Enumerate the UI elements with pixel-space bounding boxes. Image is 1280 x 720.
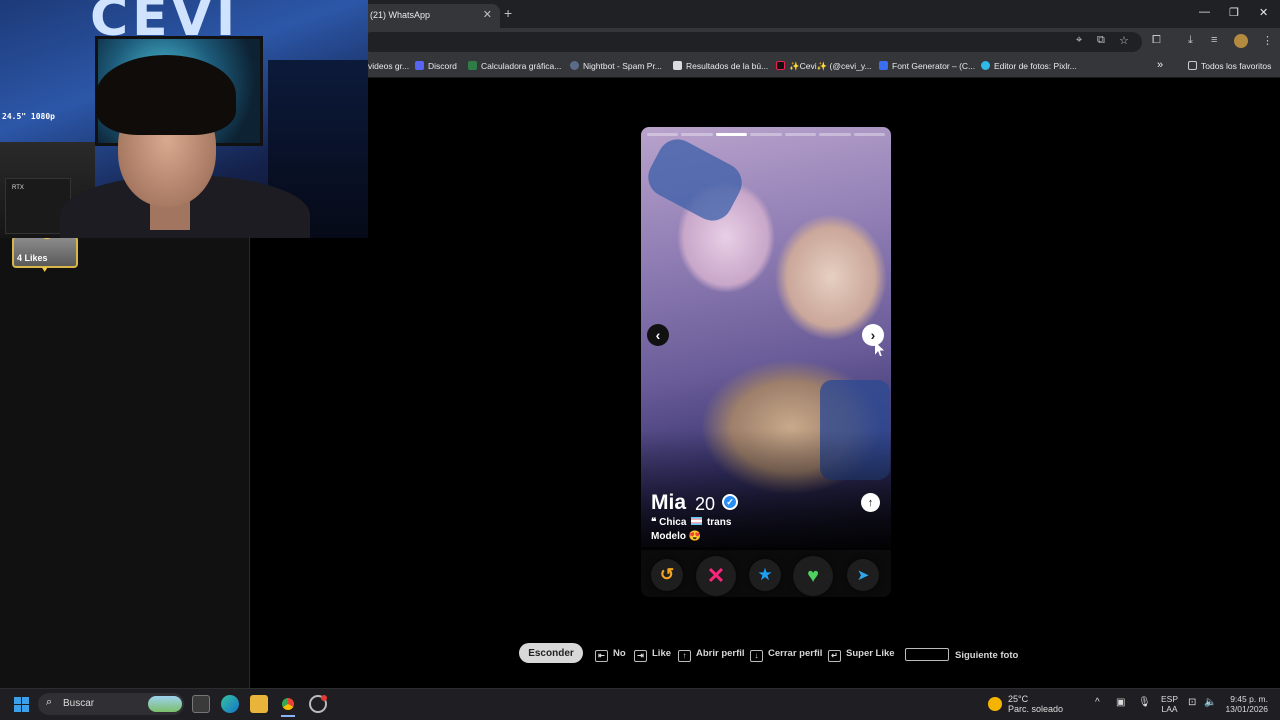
shortcut-super-like: ↵ Super Like xyxy=(828,648,895,662)
bookmark-item[interactable]: Calculadora gráfica... xyxy=(468,61,561,71)
font-generator-icon xyxy=(879,61,888,70)
photo-progress xyxy=(647,133,885,136)
star-icon: ★ xyxy=(757,565,773,584)
shortcut-no: ⇤ No xyxy=(595,648,626,662)
calculator-icon xyxy=(468,61,477,70)
likes-label: 4 Likes xyxy=(17,253,48,263)
notification-dot xyxy=(321,695,327,701)
more-bookmarks-icon[interactable]: » xyxy=(1157,59,1163,71)
search-highlight-image xyxy=(148,696,182,712)
verified-badge-icon: ✓ xyxy=(722,494,738,510)
boost-button[interactable]: ➤ xyxy=(847,559,879,591)
weather-sun-icon xyxy=(988,697,1002,711)
tab-whatsapp[interactable]: (21) WhatsApp ✕ xyxy=(362,4,500,28)
network-app-icon[interactable]: ▣ xyxy=(1116,697,1125,708)
open-profile-button[interactable]: ↑ xyxy=(861,493,880,512)
folder-icon xyxy=(1188,61,1197,70)
document-icon xyxy=(673,61,682,70)
bookmark-item[interactable]: ✨Cevi✨ (@cevi_y... xyxy=(776,61,872,72)
tab-title: (21) WhatsApp xyxy=(370,10,431,20)
download-icon[interactable]: ⤓ xyxy=(1188,34,1193,47)
profile-occupation: Modelo 😍 xyxy=(651,531,702,542)
heart-icon: ♥ xyxy=(807,564,819,587)
window-close-icon[interactable]: ✕ xyxy=(1259,6,1268,19)
profile-avatar[interactable] xyxy=(1234,34,1248,48)
wifi-icon[interactable]: ⊡ xyxy=(1188,697,1196,708)
pixlr-icon xyxy=(981,61,990,70)
bookmark-item[interactable]: Font Generator – (C... xyxy=(879,61,975,71)
bookmark-item[interactable]: Resultados de la bú... xyxy=(673,61,768,71)
profile-name: Mia xyxy=(651,491,687,514)
enter-key-icon: ↵ xyxy=(828,650,841,662)
arrow-up-key-icon: ↑ xyxy=(678,650,691,662)
restore-icon[interactable]: ❐ xyxy=(1229,6,1239,19)
chrome-icon[interactable] xyxy=(279,695,297,713)
shortcut-next-photo: Siguiente foto xyxy=(905,648,1018,661)
rewind-icon: ↺ xyxy=(659,565,675,584)
chevron-up-icon[interactable]: ^ xyxy=(1095,697,1100,708)
shortcut-like: ⇥ Like xyxy=(634,648,671,662)
profile-gender: ❝ Chica trans xyxy=(651,517,732,528)
media-control-icon[interactable]: ≡ xyxy=(1211,34,1217,46)
photo-progress-segment[interactable] xyxy=(819,133,851,136)
install-app-icon[interactable]: ⧉ xyxy=(1097,34,1105,47)
previous-photo-button[interactable]: ‹ xyxy=(647,324,669,346)
tab-close-icon[interactable]: ✕ xyxy=(483,8,492,21)
bookmark-item[interactable]: Nightbot - Spam Pr... xyxy=(570,61,662,71)
photo-progress-segment[interactable] xyxy=(784,133,817,136)
bookmark-star-icon[interactable]: ☆ xyxy=(1119,34,1129,47)
next-photo-button[interactable]: › xyxy=(862,324,884,346)
edge-icon[interactable] xyxy=(221,695,239,713)
active-app-indicator xyxy=(281,715,295,717)
heart-icon: ♥ xyxy=(42,264,48,274)
language-indicator[interactable]: ESP LAA xyxy=(1161,694,1178,714)
search-icon: ⌕ xyxy=(46,696,53,708)
send-icon: ➤ xyxy=(856,567,870,584)
arrow-down-key-icon: ↓ xyxy=(750,650,763,662)
photo-progress-segment[interactable] xyxy=(750,133,782,136)
task-view-icon[interactable] xyxy=(192,695,210,713)
trans-flag-icon xyxy=(691,517,703,525)
nightbot-icon xyxy=(570,61,579,70)
spacebar-key-icon xyxy=(905,648,949,661)
discord-icon xyxy=(415,61,424,70)
nope-button[interactable]: ✕ xyxy=(696,556,736,596)
like-button[interactable]: ♥ xyxy=(793,556,833,596)
super-like-button[interactable]: ★ xyxy=(749,559,781,591)
location-icon[interactable]: ⌖ xyxy=(1076,34,1082,47)
monitor-box-label: 24.5" 1080p xyxy=(2,112,55,121)
all-favorites[interactable]: Todos los favoritos xyxy=(1188,61,1271,71)
volume-icon[interactable]: 🔈 xyxy=(1204,697,1216,708)
tiktok-icon xyxy=(776,61,785,70)
photo-progress-segment[interactable] xyxy=(647,133,679,136)
bookmark-item[interactable]: videos gr... xyxy=(368,61,409,71)
shortcut-open-profile: ↑ Abrir perfil xyxy=(678,648,745,662)
webcam-overlay: CEVI 24.5" 1080p RTX xyxy=(0,0,368,238)
bookmark-item[interactable]: Editor de fotos: Pixlr... xyxy=(981,61,1077,71)
browser-menu-icon[interactable]: ⋮ xyxy=(1262,34,1273,47)
new-tab-button[interactable]: + xyxy=(504,5,512,21)
chevron-left-icon: ‹ xyxy=(655,327,661,343)
rewind-button[interactable]: ↺ xyxy=(651,559,683,591)
profile-age: 20 xyxy=(695,494,716,514)
arrow-right-key-icon: ⇥ xyxy=(634,650,647,662)
file-explorer-icon[interactable] xyxy=(250,695,268,713)
photo-progress-segment[interactable] xyxy=(715,133,748,136)
minimize-icon[interactable]: — xyxy=(1199,6,1210,18)
hide-shortcuts-button[interactable]: Esconder xyxy=(519,643,583,663)
close-icon: ✕ xyxy=(706,563,726,588)
chevron-right-icon: › xyxy=(870,327,876,343)
streamer-hair xyxy=(96,55,236,135)
shortcut-close-profile: ↓ Cerrar perfil xyxy=(750,648,822,662)
extensions-icon[interactable]: ⧠ xyxy=(1152,34,1161,47)
system-clock[interactable]: 9:45 p. m. 13/01/2026 xyxy=(1222,694,1268,714)
photo-progress-segment[interactable] xyxy=(681,133,713,136)
bookmark-item[interactable]: Discord xyxy=(415,61,457,71)
arrow-left-key-icon: ⇤ xyxy=(595,650,608,662)
address-bar[interactable] xyxy=(362,32,1142,52)
photo-progress-segment[interactable] xyxy=(853,133,885,136)
windows-start-icon[interactable] xyxy=(14,697,29,712)
microphone-icon[interactable]: 🎙 xyxy=(1138,697,1151,708)
weather-widget[interactable]: 25°C Parc. soleado xyxy=(1008,694,1063,714)
